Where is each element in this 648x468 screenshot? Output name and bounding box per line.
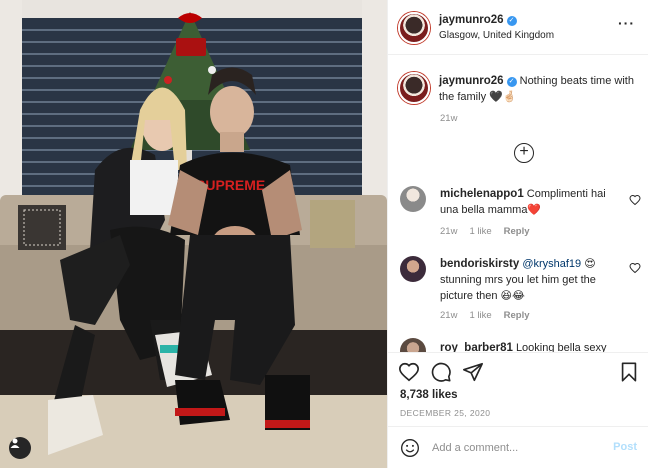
likes-count[interactable]: 8,738 likes [400, 389, 458, 401]
caption-avatar[interactable] [398, 72, 430, 104]
comment-text: michelenappo1 Complimenti hai una bella … [440, 186, 620, 218]
post-side-panel: jaymunro26 ✓ Glasgow, United Kingdom ··· … [387, 0, 648, 468]
commenter-avatar[interactable] [400, 186, 426, 212]
post-photo[interactable]: SUPREME [0, 0, 387, 468]
post-header: jaymunro26 ✓ Glasgow, United Kingdom ··· [388, 0, 648, 55]
comment-username[interactable]: michelenappo1 [440, 188, 524, 200]
verified-icon: ✓ [506, 77, 517, 87]
load-more-icon[interactable]: + [514, 143, 534, 163]
heart-icon[interactable] [629, 194, 641, 206]
comment-mention[interactable]: @kryshaf19 [522, 258, 581, 270]
comment-item: roy_barber81 Looking bella sexy [388, 338, 648, 352]
commenter-avatar[interactable] [400, 256, 426, 282]
comment-icon[interactable] [430, 361, 452, 383]
reply-button[interactable]: Reply [504, 310, 530, 321]
comment-username[interactable]: bendoriskirsty [440, 258, 519, 270]
share-icon[interactable] [462, 361, 484, 383]
post-date[interactable]: DECEMBER 25, 2020 [400, 408, 490, 418]
comment-body: Looking bella sexy [515, 342, 607, 352]
caption-text: jaymunro26 ✓ Nothing beats time with the … [439, 73, 644, 105]
heart-icon[interactable] [629, 262, 641, 274]
user-tag-icon[interactable] [9, 437, 31, 459]
comment-time[interactable]: 21w [440, 310, 457, 321]
add-comment-bar: Post [388, 426, 648, 468]
heart-icon[interactable] [398, 361, 420, 383]
comment-likes[interactable]: 1 like [469, 226, 491, 237]
author-username[interactable]: jaymunro26 [439, 14, 504, 26]
post-location[interactable]: Glasgow, United Kingdom [439, 30, 554, 41]
post-button[interactable]: Post [613, 441, 637, 453]
caption-username[interactable]: jaymunro26 [439, 75, 504, 87]
post-actions: 8,738 likes DECEMBER 25, 2020 Post [388, 352, 648, 468]
reply-button[interactable]: Reply [504, 226, 530, 237]
comment-input[interactable] [432, 439, 602, 457]
comment-meta: 21w 1 like Reply [440, 310, 542, 321]
comment-meta: 21w 1 like Reply [440, 226, 542, 237]
emoji-icon[interactable] [400, 438, 420, 458]
comment-likes[interactable]: 1 like [469, 310, 491, 321]
post-photo-illustration: SUPREME [0, 0, 387, 468]
bookmark-icon[interactable] [618, 361, 640, 383]
comment-time[interactable]: 21w [440, 226, 457, 237]
more-icon[interactable]: ··· [618, 16, 635, 30]
commenter-avatar[interactable] [400, 338, 426, 352]
verified-icon: ✓ [506, 16, 517, 26]
comment-text: roy_barber81 Looking bella sexy [440, 340, 620, 352]
author-name-row: jaymunro26 ✓ [439, 14, 517, 26]
caption-time[interactable]: 21w [440, 113, 457, 124]
comment-text: bendoriskirsty @kryshaf19 😍 stunning mrs… [440, 256, 620, 304]
comment-username[interactable]: roy_barber81 [440, 342, 513, 352]
author-avatar[interactable] [398, 12, 430, 44]
